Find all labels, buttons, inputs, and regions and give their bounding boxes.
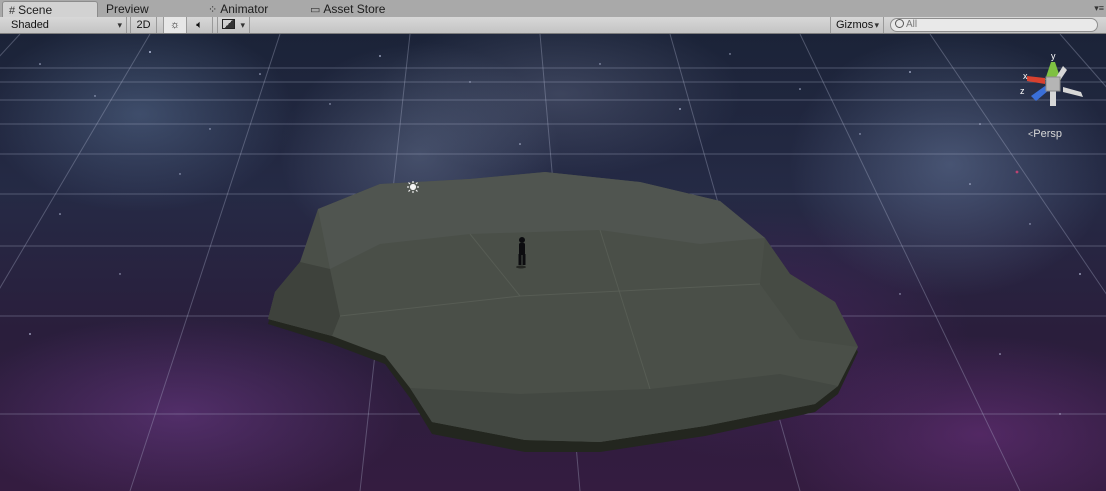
- scene-lighting-toggle[interactable]: ☼: [163, 17, 187, 33]
- tab-preview-label: Preview: [106, 2, 149, 16]
- projection-toggle[interactable]: <Persp: [1028, 128, 1062, 140]
- gizmo-y-label: y: [1051, 51, 1056, 61]
- gizmo-z-label: z: [1020, 86, 1025, 96]
- light-icon[interactable]: [407, 181, 419, 193]
- editor-tab-strip: # Scene Preview ⁘ Animator ▭ Asset Store ▾≡: [0, 0, 1106, 18]
- scene-audio-toggle[interactable]: 🔈︎: [187, 17, 213, 33]
- search-placeholder: All: [906, 19, 918, 30]
- gizmo-x-label: x: [1023, 71, 1028, 81]
- gizmos-dropdown[interactable]: Gizmos: [830, 17, 884, 33]
- scene-toolbar: Shaded 2D ☼ 🔈︎ Gizmos All: [0, 17, 1106, 34]
- projection-label: Persp: [1033, 128, 1063, 140]
- search-input[interactable]: All: [890, 18, 1098, 32]
- tab-asset-store[interactable]: ▭ Asset Store: [304, 1, 414, 17]
- tab-menu-icon[interactable]: ▾≡: [1094, 3, 1104, 14]
- search-icon: [895, 19, 904, 28]
- tab-asset-store-label: Asset Store: [323, 2, 386, 16]
- gizmo-center-cube: [1045, 76, 1061, 92]
- 2d-mode-label: 2D: [136, 19, 151, 31]
- tab-scene[interactable]: # Scene: [2, 1, 98, 17]
- gizmo-neg-x-arrow: [1063, 87, 1083, 97]
- gizmo-x-arrow: [1027, 76, 1045, 84]
- orientation-gizmo[interactable]: y x z: [1020, 51, 1083, 106]
- draw-mode-label: Shaded: [11, 19, 49, 31]
- scene-viewport[interactable]: y x z <Persp: [0, 34, 1106, 491]
- tab-preview[interactable]: Preview: [100, 1, 200, 17]
- terrain-island: [268, 172, 858, 452]
- tab-animator-label: Animator: [220, 2, 269, 16]
- gizmos-label: Gizmos: [836, 19, 874, 31]
- scene-render: y x z: [0, 34, 1106, 491]
- draw-mode-dropdown[interactable]: Shaded: [0, 17, 127, 33]
- 2d-mode-toggle[interactable]: 2D: [130, 17, 157, 33]
- speaker-icon: 🔈︎: [196, 19, 203, 31]
- scene-effects-dropdown[interactable]: [217, 17, 250, 33]
- tab-animator[interactable]: ⁘ Animator: [202, 1, 302, 17]
- image-icon: [222, 19, 235, 29]
- gizmo-neg-y-arrow: [1050, 90, 1056, 106]
- tab-scene-label: Scene: [18, 3, 53, 17]
- sun-icon: ☼: [169, 19, 181, 31]
- animator-icon: ⁘: [208, 4, 218, 16]
- store-icon: ▭: [310, 4, 321, 16]
